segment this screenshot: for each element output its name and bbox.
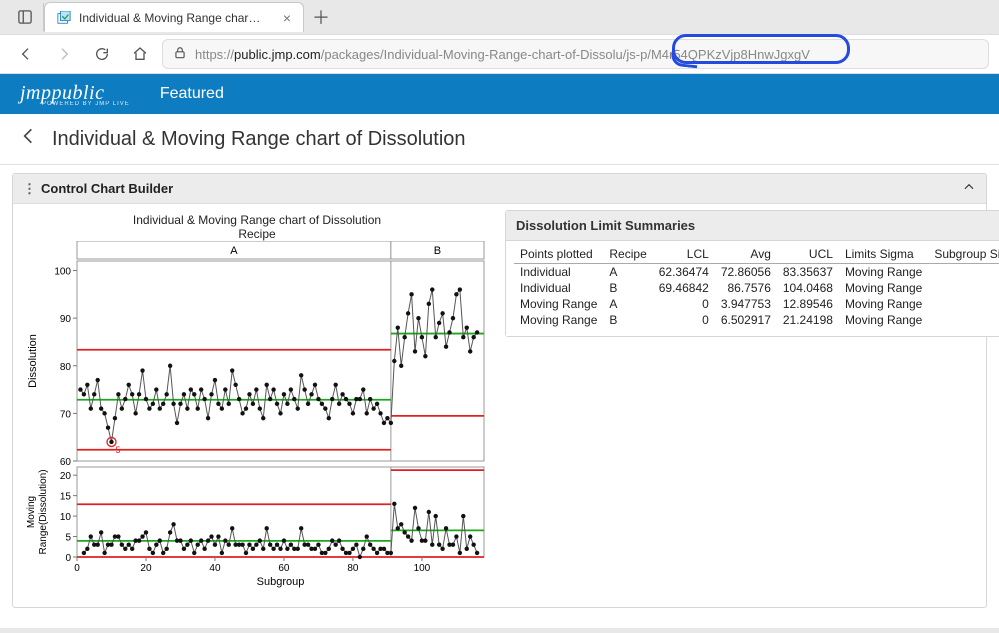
col-recipe: Recipe (603, 245, 652, 264)
nav-home-button[interactable] (124, 38, 156, 70)
svg-text:Moving: Moving (26, 496, 37, 528)
svg-text:60: 60 (60, 457, 72, 468)
grip-icon[interactable]: ⋮ (23, 181, 31, 197)
chart-facet-label: Recipe (22, 227, 492, 241)
table-header-row: Points plotted Recipe LCL Avg UCL Limits… (514, 245, 999, 264)
col-lcl: LCL (653, 245, 715, 264)
collapse-icon[interactable] (962, 180, 976, 197)
svg-text:0: 0 (65, 553, 71, 564)
tab-actions-icon[interactable] (6, 3, 44, 31)
summary-panel: Dissolution Limit Summaries Points plott… (505, 210, 999, 337)
nav-featured[interactable]: Featured (160, 85, 224, 103)
table-row: Moving RangeB06.50291721.24198Moving Ran… (514, 312, 999, 328)
svg-text:100: 100 (414, 563, 431, 574)
svg-text:80: 80 (347, 563, 359, 574)
svg-text:100: 100 (54, 267, 71, 278)
col-avg: Avg (715, 245, 777, 264)
browser-chrome: Individual & Moving Range char… × ＋ http… (0, 0, 999, 74)
favicon-icon (57, 11, 71, 25)
page-title: Individual & Moving Range chart of Disso… (52, 128, 466, 151)
svg-text:A: A (230, 245, 238, 257)
panel-title: Control Chart Builder (41, 181, 173, 196)
close-icon[interactable]: × (283, 10, 291, 26)
summary-table: Points plotted Recipe LCL Avg UCL Limits… (514, 245, 999, 328)
tab-strip: Individual & Moving Range char… × ＋ (0, 0, 999, 34)
tab-title: Individual & Moving Range char… (79, 11, 260, 25)
svg-text:70: 70 (60, 409, 72, 420)
address-bar: https://public.jmp.com/packages/Individu… (0, 34, 999, 74)
table-row: IndividualB69.4684286.7576104.0468Moving… (514, 280, 999, 296)
svg-text:5: 5 (65, 533, 71, 544)
table-row: Moving RangeA03.94775312.89546Moving Ran… (514, 296, 999, 312)
lock-icon (173, 46, 187, 63)
svg-text:80: 80 (60, 362, 72, 373)
control-chart: Individual & Moving Range chart of Disso… (21, 210, 493, 595)
svg-text:15: 15 (60, 492, 72, 503)
chart-title: Individual & Moving Range chart of Disso… (22, 211, 492, 227)
svg-text:Dissolution: Dissolution (27, 334, 39, 388)
url-text: https://public.jmp.com/packages/Individu… (195, 47, 810, 62)
brand-subtitle: POWERED BY JMP LIVE (42, 101, 130, 107)
svg-text:90: 90 (60, 314, 72, 325)
summary-title: Dissolution Limit Summaries (516, 218, 695, 233)
svg-text:20: 20 (60, 471, 72, 482)
col-sigma: Limits Sigma (839, 245, 928, 264)
nav-refresh-button[interactable] (86, 38, 118, 70)
svg-text:10: 10 (60, 512, 72, 523)
svg-text:B: B (434, 245, 441, 257)
app-header: jmppublic POWERED BY JMP LIVE Featured (0, 74, 999, 114)
page-header: Individual & Moving Range chart of Disso… (0, 114, 999, 165)
col-size: Subgroup Size (928, 245, 999, 264)
chart-svg: A B 60 70 80 90 100 5 Dissolution 0 5 10 15 20 MovingR… (22, 241, 492, 591)
nav-back-button[interactable] (10, 38, 42, 70)
back-arrow-icon[interactable] (18, 126, 38, 152)
svg-text:Subgroup: Subgroup (257, 576, 305, 588)
panel-header[interactable]: ⋮ Control Chart Builder (13, 174, 986, 204)
nav-forward-button[interactable] (48, 38, 80, 70)
svg-text:20: 20 (140, 563, 152, 574)
svg-text:5: 5 (115, 445, 120, 455)
col-ucl: UCL (777, 245, 839, 264)
table-row: IndividualA62.3647472.8605683.35637Movin… (514, 264, 999, 281)
url-field[interactable]: https://public.jmp.com/packages/Individu… (162, 39, 989, 69)
new-tab-button[interactable]: ＋ (304, 4, 338, 30)
browser-tab[interactable]: Individual & Moving Range char… × (44, 2, 304, 32)
control-chart-panel: ⋮ Control Chart Builder Individual & Mov… (12, 173, 987, 608)
svg-text:60: 60 (278, 563, 290, 574)
svg-text:Range(Dissolution): Range(Dissolution) (38, 469, 49, 554)
svg-text:40: 40 (209, 563, 221, 574)
col-points: Points plotted (514, 245, 603, 264)
summary-header[interactable]: Dissolution Limit Summaries (506, 211, 999, 241)
svg-text:0: 0 (74, 563, 80, 574)
